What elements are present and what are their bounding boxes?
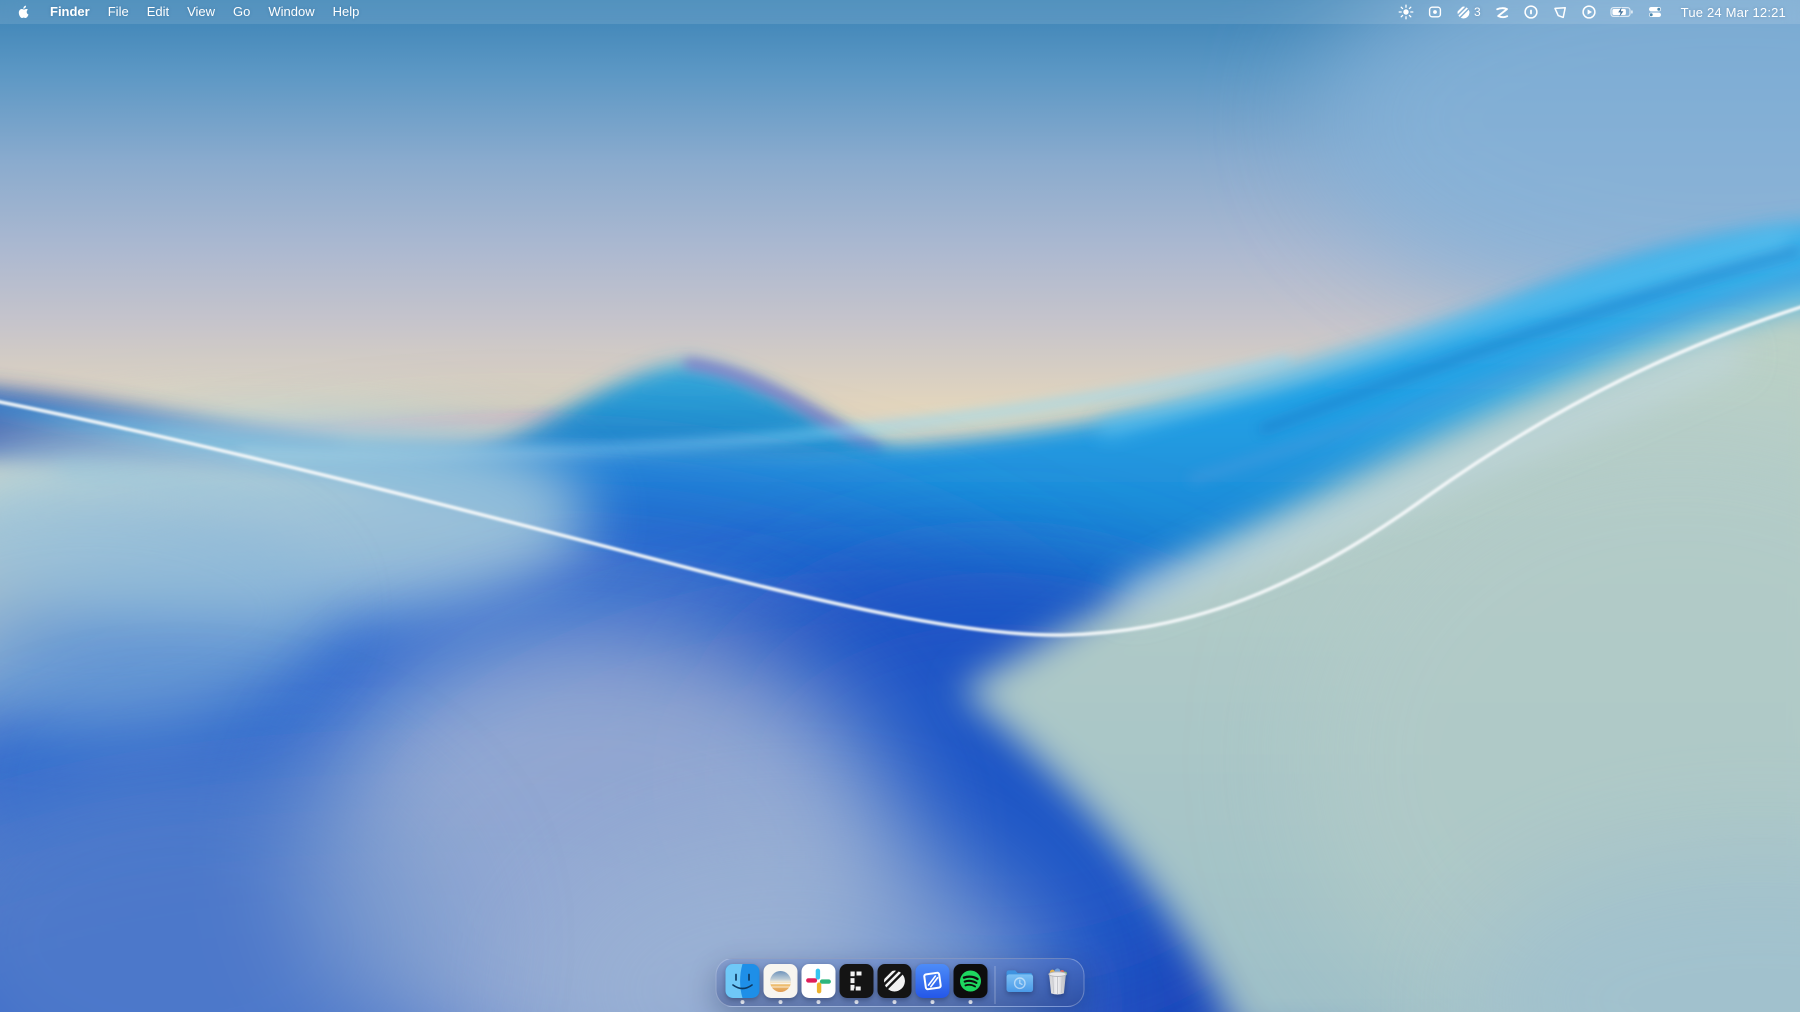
sunrise-calendar-icon <box>764 964 798 998</box>
wallpaper <box>0 0 1800 1012</box>
apple-menu[interactable] <box>14 4 41 20</box>
running-indicator <box>779 1000 783 1004</box>
dock-item-blue-frame-app[interactable] <box>914 964 952 1006</box>
dock-item-trash[interactable] <box>1039 964 1077 1006</box>
downloads-folder-icon <box>1003 964 1037 998</box>
menu-bar: Finder File Edit View Go Window Help <box>0 0 1800 24</box>
display-brightness-icon[interactable] <box>1398 4 1414 20</box>
striped-sphere-status-icon[interactable]: 3 <box>1456 5 1481 20</box>
apple-logo-icon <box>16 4 31 20</box>
running-indicator <box>893 1000 897 1004</box>
desktop: Finder File Edit View Go Window Help <box>0 0 1800 1012</box>
dock-item-downloads-folder[interactable] <box>1001 964 1039 1006</box>
control-center-icon[interactable] <box>1647 4 1663 20</box>
menu-bar-status: 3 <box>1398 4 1786 20</box>
running-indicator <box>855 1000 859 1004</box>
running-indicator <box>817 1000 821 1004</box>
screen-capture-icon[interactable] <box>1427 4 1443 20</box>
striped-sphere-app-icon <box>878 964 912 998</box>
dock-separator <box>995 966 996 1004</box>
keyhole-status-icon[interactable] <box>1523 4 1539 20</box>
menu-bar-menus: Finder File Edit View Go Window Help <box>14 0 368 24</box>
dock-item-spotify[interactable] <box>952 964 990 1006</box>
slack-icon <box>802 964 836 998</box>
dock-item-sunrise-calendar[interactable] <box>762 964 800 1006</box>
menu-help[interactable]: Help <box>324 0 369 24</box>
finder-icon <box>726 964 760 998</box>
running-indicator <box>931 1000 935 1004</box>
running-indicator <box>741 1000 745 1004</box>
play-circle-status-icon[interactable] <box>1581 4 1597 20</box>
flag-status-icon[interactable] <box>1552 5 1568 20</box>
dock-item-slack[interactable] <box>800 964 838 1006</box>
dock-item-striped-sphere-app[interactable] <box>876 964 914 1006</box>
menu-go[interactable]: Go <box>224 0 259 24</box>
app-menu-finder[interactable]: Finder <box>41 0 99 24</box>
menu-view[interactable]: View <box>178 0 224 24</box>
r-glyph-status-icon[interactable] <box>1494 5 1510 20</box>
dock <box>716 958 1085 1007</box>
menu-edit[interactable]: Edit <box>138 0 178 24</box>
running-indicator <box>969 1000 973 1004</box>
status-badge-count: 3 <box>1474 5 1481 19</box>
blue-frame-app-icon <box>916 964 950 998</box>
cron-calendar-icon <box>840 964 874 998</box>
menu-window[interactable]: Window <box>259 0 323 24</box>
dock-item-finder[interactable] <box>724 964 762 1006</box>
spotify-icon <box>954 964 988 998</box>
trash-full-icon <box>1041 964 1075 998</box>
menu-bar-clock[interactable]: Tue 24 Mar 12:21 <box>1681 5 1786 20</box>
menu-file[interactable]: File <box>99 0 138 24</box>
dock-item-cron-calendar[interactable] <box>838 964 876 1006</box>
battery-charging-icon[interactable] <box>1610 4 1634 20</box>
